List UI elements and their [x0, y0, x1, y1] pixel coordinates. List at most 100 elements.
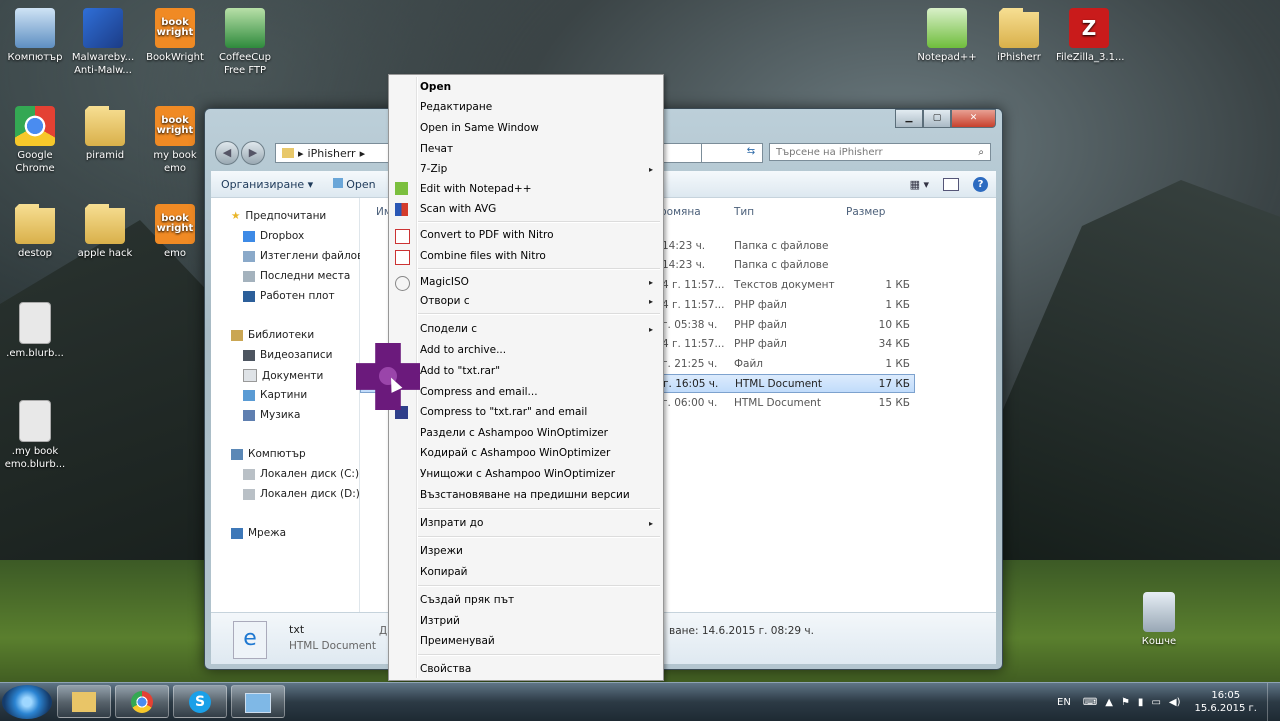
chrome-icon — [15, 106, 55, 146]
menu-item-send-to[interactable]: Изпрати до — [420, 517, 483, 529]
submenu-arrow-icon: ▸ — [649, 278, 654, 287]
clock[interactable]: 16:05 15.6.2015 г. — [1184, 689, 1267, 715]
menu-item-properties[interactable]: Свойства — [420, 663, 471, 675]
menu-item-add-txt-rar[interactable]: Add to "txt.rar" — [420, 365, 500, 377]
desktop-icon-destop[interactable]: destop — [2, 204, 68, 260]
help-icon[interactable]: ? — [973, 176, 988, 192]
desktop-icon-emo[interactable]: book wright emo — [142, 204, 208, 260]
desktop-icon-coffeecup[interactable]: CoffeeCup Free FTP — [212, 8, 278, 77]
menu-item-share-with[interactable]: Сподели с — [420, 323, 477, 335]
start-button[interactable] — [2, 685, 52, 719]
bookwright-icon: book wright — [155, 8, 195, 48]
close-button[interactable]: ✕ — [951, 109, 996, 128]
nav-recent[interactable]: Последни места — [243, 270, 350, 282]
menu-item-add-archive[interactable]: Add to archive... — [420, 344, 506, 356]
breadcrumb[interactable]: iPhisherr — [308, 147, 356, 160]
forward-button[interactable]: ▶ — [241, 141, 265, 165]
notepad-icon — [927, 8, 967, 48]
taskbar-explorer[interactable] — [57, 685, 111, 718]
column-modified[interactable]: ромяна — [660, 206, 701, 218]
menu-item-copy[interactable]: Копирай — [420, 566, 468, 578]
nav-computer[interactable]: Компютър — [231, 448, 306, 460]
menu-item-print[interactable]: Печат — [420, 143, 453, 155]
clock-time: 16:05 — [1211, 690, 1241, 701]
volume-icon[interactable]: ◀) — [1165, 697, 1185, 708]
nav-music[interactable]: Музика — [243, 409, 300, 421]
search-input[interactable]: Търсене на iPhisherr ⌕ — [769, 143, 991, 161]
taskbar-skype[interactable]: S — [173, 685, 227, 718]
menu-item-scan-avg[interactable]: Scan with AVG — [420, 203, 496, 215]
taskbar-remote[interactable] — [231, 685, 285, 718]
desktop-icon-recycle-bin[interactable]: Кошче — [1126, 592, 1192, 648]
breadcrumb-arrow: ▸ — [359, 146, 366, 160]
back-button[interactable]: ◀ — [215, 141, 239, 165]
menu-item-encrypt-ashampoo[interactable]: Кодирай с Ashampoo WinOptimizer — [420, 447, 610, 459]
menu-item-cut[interactable]: Изрежи — [420, 545, 463, 557]
open-button[interactable]: Open — [323, 177, 385, 191]
nav-desktop[interactable]: Работен плот — [243, 290, 335, 302]
preview-pane-icon[interactable] — [943, 177, 959, 191]
minimize-button[interactable]: ▁ — [895, 109, 923, 128]
menu-separator — [418, 536, 660, 538]
desktop-icon-filezilla[interactable]: Z FileZilla_3.1... — [1056, 8, 1125, 64]
nav-pictures[interactable]: Картини — [243, 389, 307, 401]
desktop-icon-computer[interactable]: Компютър — [2, 8, 68, 64]
show-desktop-button[interactable] — [1267, 683, 1280, 721]
menu-item-compress-email[interactable]: Compress and email... — [420, 386, 538, 398]
show-hidden-icons-icon[interactable]: ▲ — [1101, 697, 1117, 708]
downloads-icon — [243, 250, 255, 262]
menu-item-restore-versions[interactable]: Възстановяване на предишни версии — [420, 489, 630, 501]
nav-videos[interactable]: Видеозаписи — [243, 349, 332, 361]
nav-disk-c[interactable]: Локален диск (C:) — [243, 468, 359, 480]
menu-item-convert-pdf[interactable]: Convert to PDF with Nitro — [420, 229, 554, 241]
desktop-icon-chrome[interactable]: Google Chrome — [2, 106, 68, 175]
menu-item-compress-txt-rar-email[interactable]: Compress to "txt.rar" and email — [420, 406, 587, 418]
menu-item-destroy-ashampoo[interactable]: Унищожи с Ashampoo WinOptimizer — [420, 468, 615, 480]
taskbar-chrome[interactable] — [115, 685, 169, 718]
column-type[interactable]: Тип — [734, 206, 754, 218]
organize-button[interactable]: Организиране ▾ — [211, 178, 323, 191]
bookwright-icon: book wright — [155, 106, 195, 146]
desktop-icon-notepadpp[interactable]: Notepad++ — [914, 8, 980, 64]
menu-item-open[interactable]: Open — [420, 81, 451, 93]
nav-network[interactable]: Мрежа — [231, 527, 286, 539]
open-icon — [333, 177, 344, 188]
menu-item-7zip[interactable]: 7-Zip — [420, 163, 447, 175]
menu-item-magiciso[interactable]: MagicISO — [420, 276, 469, 288]
menu-item-rename[interactable]: Преименувай — [420, 635, 495, 647]
desktop-icon-my-book-emo-blurb[interactable]: .my book emo.blurb... — [2, 400, 68, 471]
desktop-icon-malwarebytes[interactable]: Malwareby... Anti-Malw... — [70, 8, 136, 77]
desktop-icon-bookwright[interactable]: book wright BookWright — [142, 8, 208, 64]
desktop-icon-iphisherr[interactable]: iPhisherr — [986, 8, 1052, 64]
column-size[interactable]: Размер — [846, 206, 885, 218]
desktop-icon-piramid[interactable]: piramid — [72, 106, 138, 162]
menu-item-combine-nitro[interactable]: Combine files with Nitro — [420, 250, 546, 262]
nav-downloads[interactable]: Изтеглени файлове — [243, 250, 370, 262]
nav-disk-d[interactable]: Локален диск (D:) — [243, 488, 360, 500]
refresh-icon[interactable]: ⇆ — [741, 143, 761, 161]
language-indicator[interactable]: EN — [1049, 697, 1079, 708]
menu-item-edit[interactable]: Редактиране — [420, 101, 492, 113]
power-icon[interactable]: ▭ — [1147, 697, 1164, 708]
action-center-flag-icon[interactable]: ⚑ — [1117, 697, 1134, 708]
menu-item-open-with[interactable]: Отвори с — [420, 295, 470, 307]
navigation-pane: ★ Предпочитани Dropbox Изтеглени файлове … — [211, 198, 370, 612]
menu-item-edit-notepadpp[interactable]: Edit with Notepad++ — [420, 183, 532, 195]
nav-documents[interactable]: Документи — [243, 369, 323, 382]
menu-item-split-ashampoo[interactable]: Раздели с Ashampoo WinOptimizer — [420, 427, 608, 439]
network-icon[interactable]: ▮ — [1134, 697, 1148, 708]
context-menu: Open Редактиране Open in Same Window Печ… — [388, 74, 664, 681]
desktop-icon-em-blurb[interactable]: .em.blurb... — [2, 302, 68, 360]
nav-dropbox[interactable]: Dropbox — [243, 230, 304, 242]
nav-favorites[interactable]: ★ Предпочитани — [231, 210, 326, 222]
nav-libraries[interactable]: Библиотеки — [231, 329, 314, 341]
menu-item-open-same-window[interactable]: Open in Same Window — [420, 122, 539, 134]
desktop-icon-my-book-emo[interactable]: book wright my book emo — [142, 106, 208, 175]
keyboard-icon[interactable]: ⌨ — [1079, 697, 1101, 708]
recent-places-icon — [243, 270, 255, 282]
maximize-button[interactable]: ▢ — [923, 109, 951, 128]
view-options-icon[interactable]: ▦ ▾ — [910, 178, 929, 191]
desktop-icon-apple-hack[interactable]: apple hack — [72, 204, 138, 260]
menu-item-delete[interactable]: Изтрий — [420, 615, 460, 627]
menu-item-create-shortcut[interactable]: Създай пряк път — [420, 594, 514, 606]
